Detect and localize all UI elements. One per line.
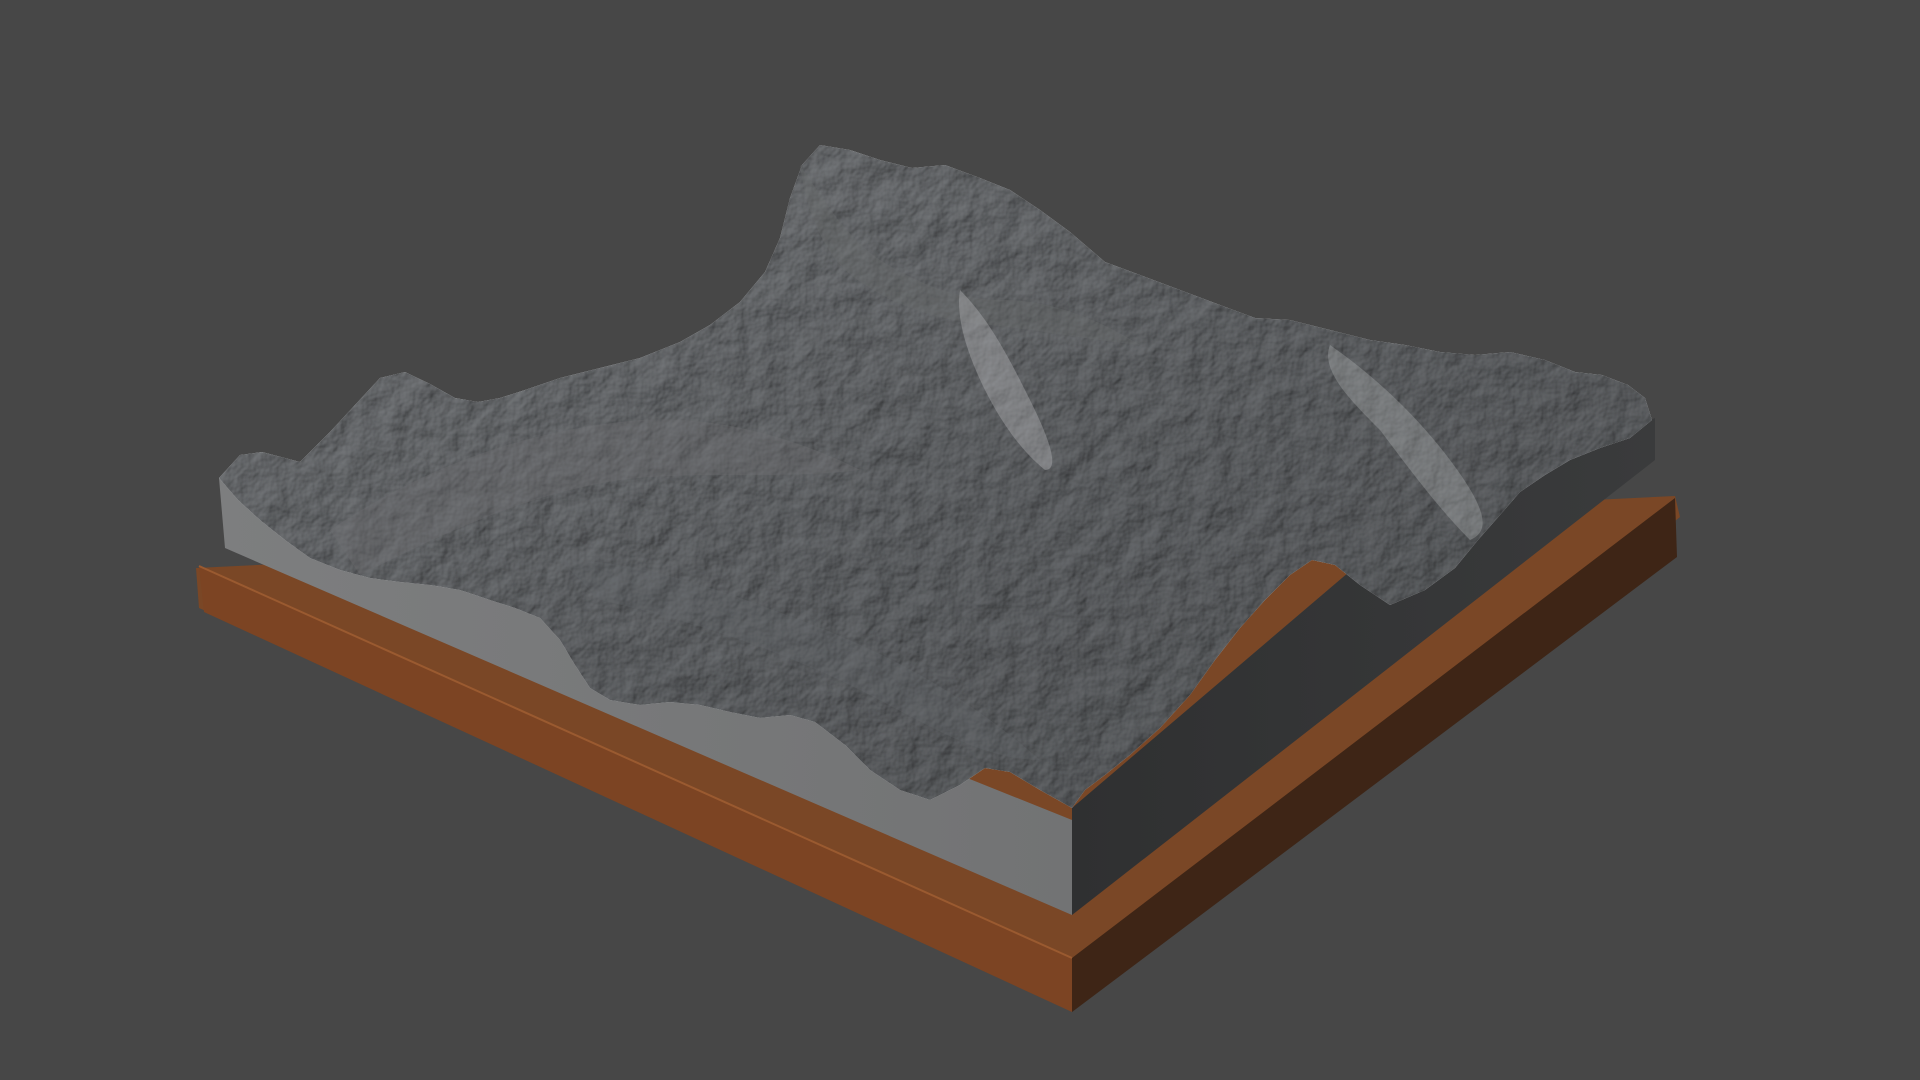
viewport-3d[interactable] bbox=[0, 0, 1920, 1080]
render-scene bbox=[0, 0, 1920, 1080]
